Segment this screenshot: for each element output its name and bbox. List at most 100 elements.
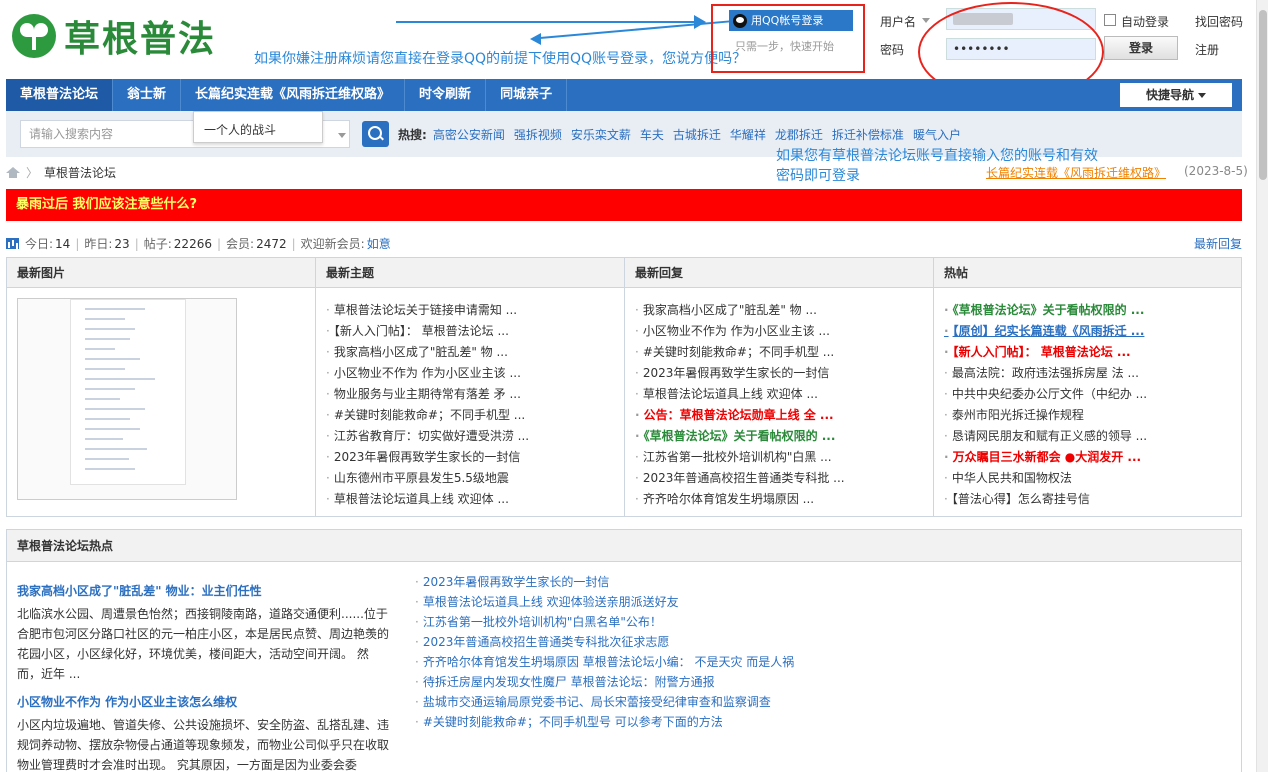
list-item[interactable]: 物业服务与业主期待常有落差 矛 ... — [326, 384, 624, 405]
account-annotation-line1: 如果您有草根普法论坛账号直接输入您的账号和有效 — [776, 148, 1098, 164]
nav-item-weng[interactable]: 翁士新 — [113, 79, 182, 111]
hot-link[interactable]: 齐齐哈尔体育馆发生坍塌原因 草根普法论坛小编： 不是天灾 而是人祸 — [415, 652, 794, 672]
list-item[interactable]: 小区物业不作为 作为小区业主该 ... — [326, 363, 624, 384]
list-item[interactable]: 万众瞩目三水新都会 ●大润发开 ... — [944, 447, 1241, 468]
nav-item-serial[interactable]: 长篇纪实连载《风雨拆迁维权路》 — [181, 79, 406, 111]
hot-link[interactable]: 草根普法论坛道具上线 欢迎体验送亲朋派送好友 — [415, 592, 794, 612]
breadcrumb-current[interactable]: 草根普法论坛 — [44, 164, 116, 181]
list-item[interactable]: #关键时刻能救命#；不同手机型 ... — [635, 342, 933, 363]
list-item[interactable]: 【普法心得】怎么寄挂号信 — [944, 489, 1241, 510]
list-item[interactable]: 草根普法论坛道具上线 欢迎体 ... — [326, 489, 624, 510]
picture-thumbnail[interactable]: 1 2 3 4 5 6 7 8 9 10 — [17, 298, 237, 500]
preview-line — [85, 308, 145, 310]
yesterday-label: 昨日: — [84, 237, 113, 251]
hot-link[interactable]: 待拆迁房屋内发现女性魔尸 草根普法论坛：附警方通报 — [415, 672, 794, 692]
nav-item-refresh[interactable]: 时令刷新 — [405, 79, 487, 111]
register-link[interactable]: 注册 — [1195, 41, 1219, 58]
latest-reply-link[interactable]: 最新回复 — [1194, 235, 1242, 252]
search-type-dropdown-icon[interactable] — [338, 133, 346, 138]
announcement-bar[interactable]: 暴雨过后 我们应该注意些什么? — [6, 189, 1242, 221]
hot-link[interactable]: #关键时刻能救命#；不同手机型号 可以参考下面的方法 — [415, 712, 794, 732]
hot-link[interactable]: 2023年暑假再致学生家长的一封信 — [415, 572, 794, 592]
hot-article-title[interactable]: 我家高档小区成了"脏乱差" 物业：业主们任性 — [17, 582, 262, 599]
hot-word[interactable]: 华耀祥 — [730, 128, 766, 142]
stats-sep-icon: | — [291, 236, 296, 251]
qq-annotation-text: 如果你嫌注册麻烦请您直接在登录QQ的前提下使用QQ账号登录，您说方便吗？ — [254, 51, 747, 67]
list-item[interactable]: 2023年暑假再致学生家长的一封信 — [635, 363, 933, 384]
new-replies-title: 最新回复 — [625, 258, 933, 288]
hot-word[interactable]: 拆迁补偿标准 — [832, 128, 904, 142]
list-item[interactable]: 小区物业不作为 作为小区业主该 ... — [635, 321, 933, 342]
preview-line — [85, 368, 125, 370]
list-item[interactable]: 2023年暑假再致学生家长的一封信 — [326, 447, 624, 468]
hot-word[interactable]: 安乐栾文薪 — [571, 128, 631, 142]
list-item[interactable]: 中华人民共和国物权法 — [944, 468, 1241, 489]
scrollbar-thumb[interactable] — [1259, 10, 1267, 180]
posts-count: 22266 — [173, 236, 212, 251]
quick-nav-button[interactable]: 快捷导航 — [1120, 83, 1232, 107]
forum-overview: 最新图片 1 — [6, 257, 1242, 517]
list-item[interactable]: 《草根普法论坛》关于看帖权限的 ... — [635, 426, 933, 447]
search-button[interactable] — [362, 121, 389, 147]
clover-logo-icon — [12, 14, 56, 58]
qq-penguin-icon — [733, 13, 747, 28]
preview-line — [85, 438, 123, 440]
list-item[interactable]: 【新人入门帖】： 草根普法论坛 ... — [944, 342, 1241, 363]
list-item[interactable]: 《草根普法论坛》关于看帖权限的 ... — [944, 300, 1241, 321]
list-item[interactable]: 公告：草根普法论坛勋章上线 全 ... — [635, 405, 933, 426]
new-topics-title: 最新主题 — [316, 258, 624, 288]
nav-item-forum[interactable]: 草根普法论坛 — [6, 79, 114, 111]
new-member-link[interactable]: 如意 — [367, 235, 391, 252]
find-password-link[interactable]: 找回密码 — [1195, 13, 1243, 30]
chevron-down-icon — [1198, 93, 1206, 98]
list-item[interactable]: 齐齐哈尔体育馆发生坍塌原因 ... — [635, 489, 933, 510]
hot-word[interactable]: 龙郡拆迁 — [775, 128, 823, 142]
quick-nav-label: 快捷导航 — [1145, 88, 1194, 102]
hot-link[interactable]: 2023年普通高校招生普通类专科批次征求志愿 — [415, 632, 794, 652]
list-item[interactable]: 2023年普通高校招生普通类专科批 ... — [635, 468, 933, 489]
list-item[interactable]: 恳请网民朋友和赋有正义感的领导 ... — [944, 426, 1241, 447]
list-item[interactable]: 山东德州市平原县发生5.5级地震 — [326, 468, 624, 489]
auto-login-checkbox[interactable] — [1104, 14, 1116, 26]
logo-text: 草根普法 — [64, 19, 217, 60]
hot-searches: 热搜: 高密公安新闻 强拆视频 安乐栾文薪 车夫 古城拆迁 华耀祥 龙郡拆迁 拆迁补偿标准 暖气入… — [398, 126, 970, 143]
site-logo[interactable]: 草根普法 — [12, 10, 216, 62]
list-item[interactable]: 江苏省第一批校外培训机构"白黑 ... — [635, 447, 933, 468]
hot-word[interactable]: 古城拆迁 — [673, 128, 721, 142]
stats-sep-icon: | — [216, 236, 222, 251]
list-item[interactable]: 草根普法论坛关于链接申请需知 ... — [326, 300, 624, 321]
hot-word[interactable]: 强拆视频 — [514, 128, 562, 142]
list-item[interactable]: #关键时刻能救命#；不同手机型 ... — [326, 405, 624, 426]
hot-article-title[interactable]: 小区物业不作为 作为小区业主该怎么维权 — [17, 693, 237, 710]
preview-line — [85, 338, 130, 340]
list-item[interactable]: 草根普法论坛道具上线 欢迎体 ... — [635, 384, 933, 405]
list-item[interactable]: 我家高档小区成了"脏乱差" 物 ... — [326, 342, 624, 363]
list-item[interactable]: 我家高档小区成了"脏乱差" 物 ... — [635, 300, 933, 321]
nav-item-family[interactable]: 同城亲子 — [486, 79, 568, 111]
hot-word[interactable]: 暖气入户 — [913, 128, 961, 142]
document-preview — [70, 299, 186, 485]
hot-link[interactable]: 盐城市交通运输局原党委书记、局长宋蕾接受纪律审查和监察调查 — [415, 692, 794, 712]
main-nav: 草根普法论坛 翁士新 长篇纪实连载《风雨拆迁维权路》 时令刷新 同城亲子 快捷导… — [6, 79, 1242, 111]
list-item[interactable]: 中共中央纪委办公厅文件（中纪办 ... — [944, 384, 1241, 405]
list-item[interactable]: 泰州市阳光拆迁操作规程 — [944, 405, 1241, 426]
breadcrumb: 〉 草根普法论坛 — [6, 164, 116, 181]
dropdown-item[interactable]: 一个人的战斗 — [204, 123, 276, 137]
hot-word[interactable]: 车夫 — [640, 128, 664, 142]
home-icon[interactable] — [6, 167, 20, 178]
hot-word[interactable]: 高密公安新闻 — [433, 128, 505, 142]
list-item[interactable]: 【新人入门帖】： 草根普法论坛 ... — [326, 321, 624, 342]
list-item[interactable]: 【原创】纪实长篇连载《风雨拆迁 ... — [944, 321, 1241, 342]
list-item[interactable]: 江苏省教育厅：切实做好遭受洪涝 ... — [326, 426, 624, 447]
list-item[interactable]: 最高法院：政府违法强拆房屋 法 ... — [944, 363, 1241, 384]
username-dropdown-icon[interactable] — [922, 18, 930, 23]
forum-stats: 今日: 14 | 昨日: 23 | 帖子: 22266 | 会员: 2472 | 欢迎新会员: 如… — [6, 235, 391, 252]
auto-login-label[interactable]: 自动登录 — [1121, 13, 1169, 30]
qq-login-button[interactable]: 用QQ帐号登录 — [729, 10, 853, 31]
page-scrollbar[interactable] — [1256, 0, 1268, 772]
hot-link[interactable]: 江苏省第一批校外培训机构"白黑名单"公布！ — [415, 612, 794, 632]
serial-link[interactable]: 长篇纪实连载《风雨拆迁维权路》 — [986, 164, 1166, 181]
login-button[interactable]: 登录 — [1104, 36, 1178, 60]
preview-line — [85, 448, 147, 450]
username-label: 用户名 — [880, 15, 917, 29]
